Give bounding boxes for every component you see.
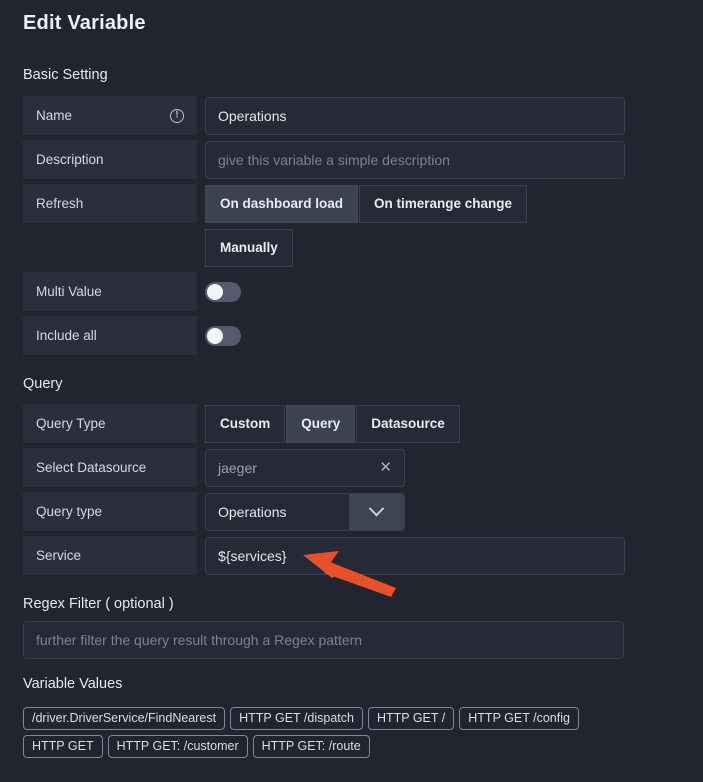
variable-value-pill: HTTP GET / (367, 707, 455, 730)
field-query-type-dropdown: Operations (205, 492, 405, 531)
row-query-type-dropdown: Query type Operations (23, 492, 405, 531)
row-include-all: Include all (23, 316, 241, 355)
label-query-type-dropdown: Query type (23, 492, 197, 531)
query-type-option-datasource[interactable]: Datasource (356, 404, 460, 443)
label-select-datasource-text: Select Datasource (36, 460, 147, 475)
refresh-option-on-dashboard-load[interactable]: On dashboard load (205, 184, 359, 223)
label-name: Name ! (23, 96, 197, 135)
label-include-all: Include all (23, 316, 197, 355)
field-description: give this variable a simple description (205, 140, 625, 179)
section-header-variable-values: Variable Values (23, 676, 123, 692)
label-include-all-text: Include all (36, 328, 97, 343)
label-description: Description (23, 140, 197, 179)
row-select-datasource: Select Datasource jaeger ✕ (23, 448, 405, 487)
query-type-dropdown[interactable]: Operations (205, 492, 405, 531)
row-query-type: Query Type Custom Query Datasource (23, 404, 461, 443)
regex-filter-field: further filter the query result through … (23, 621, 624, 659)
label-service-text: Service (36, 548, 82, 563)
variable-value-pill: HTTP GET: /route (252, 735, 370, 758)
query-type-option-custom[interactable]: Custom (205, 404, 286, 443)
field-refresh: On dashboard load On timerange change (205, 184, 528, 223)
label-query-type: Query Type (23, 404, 197, 443)
refresh-option-on-timerange-change[interactable]: On timerange change (359, 184, 528, 223)
field-refresh-manually: Manually (205, 228, 294, 267)
label-refresh-text: Refresh (36, 196, 84, 211)
multi-value-toggle[interactable] (205, 281, 241, 302)
row-name: Name ! Operations (23, 96, 625, 135)
toggle-knob (207, 283, 223, 300)
variable-value-pill: HTTP GET /config (459, 707, 579, 730)
row-description: Description give this variable a simple … (23, 140, 625, 179)
include-all-toggle[interactable] (205, 325, 241, 346)
row-multi-value: Multi Value (23, 272, 241, 311)
row-refresh-second: Manually (23, 228, 294, 267)
toggle-knob (207, 327, 223, 344)
dropdown-toggle-button[interactable] (349, 493, 404, 530)
datasource-select[interactable]: jaeger ✕ (205, 448, 405, 487)
section-header-basic-setting: Basic Setting (23, 67, 108, 83)
field-name: Operations (205, 96, 625, 135)
variable-value-pill: /driver.DriverService/FindNearest (23, 707, 226, 730)
variable-value-pill: HTTP GET (23, 735, 103, 758)
field-query-type: Custom Query Datasource (205, 404, 461, 443)
field-select-datasource: jaeger ✕ (205, 448, 405, 487)
description-input[interactable]: give this variable a simple description (205, 140, 625, 179)
variable-value-pill: HTTP GET /dispatch (230, 707, 363, 730)
variable-value-pill: HTTP GET: /customer (107, 735, 248, 758)
section-header-query: Query (23, 376, 63, 392)
label-refresh-spacer (23, 228, 197, 267)
field-include-all (205, 316, 241, 355)
info-icon[interactable]: ! (170, 108, 184, 123)
row-service: Service ${services} (23, 536, 625, 575)
service-input[interactable]: ${services} (205, 536, 625, 575)
name-input[interactable]: Operations (205, 96, 625, 135)
label-query-type-text: Query Type (36, 416, 106, 431)
label-refresh: Refresh (23, 184, 197, 223)
label-service: Service (23, 536, 197, 575)
query-type-dropdown-value: Operations (206, 493, 349, 530)
label-description-text: Description (36, 152, 104, 167)
label-select-datasource: Select Datasource (23, 448, 197, 487)
label-multi-value-text: Multi Value (36, 284, 102, 299)
query-type-option-query[interactable]: Query (286, 404, 356, 443)
chevron-down-icon (368, 500, 385, 517)
page-title: Edit Variable (23, 12, 146, 34)
label-name-text: Name (36, 108, 73, 123)
edit-variable-page: Edit Variable Basic Setting Name ! Opera… (0, 0, 703, 782)
refresh-option-manually[interactable]: Manually (205, 228, 293, 267)
label-query-type-dropdown-text: Query type (36, 504, 103, 519)
variable-values-list: /driver.DriverService/FindNearest HTTP G… (23, 707, 663, 758)
regex-filter-input[interactable]: further filter the query result through … (23, 621, 624, 659)
section-header-regex-filter: Regex Filter ( optional ) (23, 596, 174, 612)
datasource-value: jaeger (218, 459, 257, 476)
field-multi-value (205, 272, 241, 311)
close-icon[interactable]: ✕ (379, 460, 392, 475)
field-service: ${services} (205, 536, 625, 575)
row-refresh: Refresh On dashboard load On timerange c… (23, 184, 528, 223)
label-multi-value: Multi Value (23, 272, 197, 311)
